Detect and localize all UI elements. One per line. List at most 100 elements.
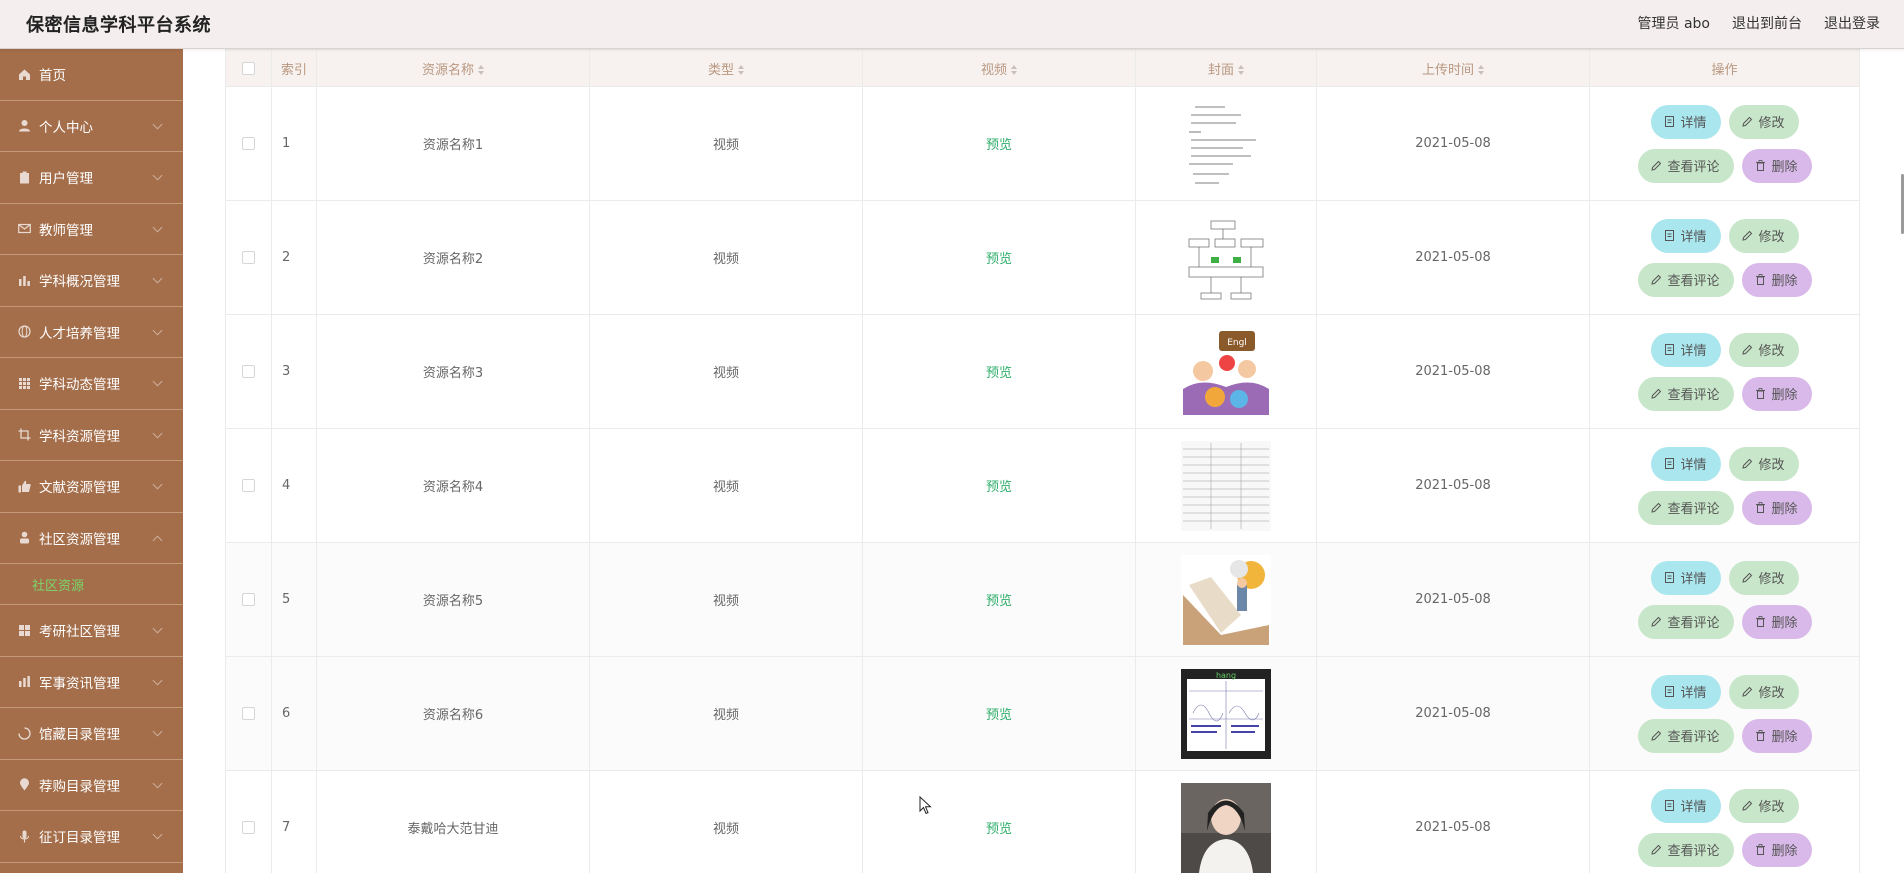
delete-button[interactable]: 删除: [1741, 148, 1812, 183]
sidebar-item-literature-resources[interactable]: 文献资源管理: [0, 461, 183, 513]
sidebar-item-label: 教师管理: [39, 222, 93, 239]
view-comments-button[interactable]: 查看评论: [1637, 148, 1734, 183]
select-cell: [225, 428, 272, 543]
sidebar-item-subscription-catalog[interactable]: 征订目录管理: [0, 811, 183, 863]
upload-time-cell: 2021-05-08: [1316, 86, 1590, 201]
delete-button[interactable]: 删除: [1741, 718, 1812, 753]
row-checkbox[interactable]: [242, 479, 255, 492]
delete-button[interactable]: 删除: [1741, 262, 1812, 297]
cover-header[interactable]: 封面: [1135, 49, 1317, 87]
upload-time-header[interactable]: 上传时间: [1316, 49, 1590, 87]
app-title: 保密信息学科平台系统: [26, 15, 211, 36]
sidebar-item-user-management[interactable]: 用户管理: [0, 152, 183, 204]
detail-button[interactable]: 详情: [1650, 332, 1721, 367]
cover-image: [1181, 782, 1271, 873]
chevron-down-icon: [152, 726, 163, 737]
select-cell: [225, 656, 272, 771]
chevron-down-icon: [152, 273, 163, 284]
row-checkbox[interactable]: [242, 593, 255, 606]
name-header[interactable]: 资源名称: [316, 49, 590, 87]
edit-button[interactable]: 修改: [1728, 446, 1799, 481]
sidebar-item-subject-news[interactable]: 学科动态管理: [0, 358, 183, 410]
sidebar-item-subject-overview[interactable]: 学科概况管理: [0, 255, 183, 307]
detail-button[interactable]: 详情: [1650, 446, 1721, 481]
view-comments-button-label: 查看评论: [1667, 616, 1720, 631]
detail-button[interactable]: 详情: [1650, 104, 1721, 139]
delete-button[interactable]: 删除: [1741, 376, 1812, 411]
view-comments-button[interactable]: 查看评论: [1637, 490, 1734, 525]
edit-button[interactable]: 修改: [1728, 560, 1799, 595]
sort-icon[interactable]: [1478, 65, 1484, 75]
sidebar-item-community-resources[interactable]: 社区资源管理: [0, 513, 183, 564]
edit-button[interactable]: 修改: [1728, 674, 1799, 709]
view-comments-button[interactable]: 查看评论: [1637, 832, 1734, 867]
sidebar-item-collection-catalog[interactable]: 馆藏目录管理: [0, 708, 183, 760]
crop-icon: [18, 428, 31, 441]
sidebar-subitem-community-resource[interactable]: 社区资源: [0, 564, 183, 605]
admin-user-label: 管理员 abo: [1637, 16, 1710, 32]
edit-button[interactable]: 修改: [1728, 332, 1799, 367]
detail-button[interactable]: 详情: [1650, 560, 1721, 595]
sidebar-item-postgrad-community[interactable]: 考研社区管理: [0, 605, 183, 657]
pencil-icon: [1651, 388, 1662, 399]
type-header[interactable]: 类型: [589, 49, 863, 87]
view-comments-button[interactable]: 查看评论: [1637, 604, 1734, 639]
edit-button-label: 修改: [1758, 344, 1785, 359]
row-checkbox[interactable]: [242, 251, 255, 264]
sort-icon[interactable]: [738, 65, 744, 75]
detail-button[interactable]: 详情: [1650, 218, 1721, 253]
preview-link[interactable]: 预览: [986, 252, 1012, 267]
row-checkbox[interactable]: [242, 821, 255, 834]
detail-button[interactable]: 详情: [1650, 788, 1721, 823]
table-row: 2 资源名称2 视频 预览 2021-05-08 详情 修改 查看评论 删除: [225, 200, 1860, 315]
video-cell: 预览: [862, 314, 1136, 429]
select-all-checkbox[interactable]: [242, 61, 255, 75]
preview-link[interactable]: 预览: [986, 708, 1012, 723]
person-icon: [18, 531, 31, 544]
exit-to-front-link[interactable]: 退出到前台: [1732, 13, 1802, 33]
delete-button[interactable]: 删除: [1741, 604, 1812, 639]
row-checkbox[interactable]: [242, 137, 255, 150]
cover-cell: Engl: [1135, 314, 1317, 429]
preview-link[interactable]: 预览: [986, 138, 1012, 153]
logout-link[interactable]: 退出登录: [1824, 13, 1880, 33]
view-comments-button[interactable]: 查看评论: [1637, 376, 1734, 411]
table-row: 4 资源名称4 视频 预览 2021-05-08 详情 修改 查看评论 删除: [225, 428, 1860, 543]
trash-icon: [1756, 616, 1766, 627]
sidebar-item-teacher-management[interactable]: 教师管理: [0, 204, 183, 255]
sidebar-item-subject-resources[interactable]: 学科资源管理: [0, 410, 183, 461]
detail-button[interactable]: 详情: [1650, 674, 1721, 709]
delete-button[interactable]: 删除: [1741, 832, 1812, 867]
sort-icon[interactable]: [1238, 65, 1244, 75]
edit-button[interactable]: 修改: [1728, 218, 1799, 253]
view-comments-button[interactable]: 查看评论: [1637, 718, 1734, 753]
sidebar-item-recommend-catalog[interactable]: 荐购目录管理: [0, 760, 183, 811]
preview-link[interactable]: 预览: [986, 822, 1012, 837]
chevron-down-icon: [152, 829, 163, 840]
row-checkbox[interactable]: [242, 365, 255, 378]
sidebar-item-home[interactable]: 首页: [0, 49, 183, 101]
upload-time-cell: 2021-05-08: [1316, 314, 1590, 429]
view-comments-button[interactable]: 查看评论: [1637, 262, 1734, 297]
cover-image: [1181, 440, 1271, 531]
sidebar-item-personal-center[interactable]: 个人中心: [0, 101, 183, 152]
mail-icon: [18, 222, 31, 235]
sidebar-item-military-news[interactable]: 军事资讯管理: [0, 657, 183, 708]
row-checkbox[interactable]: [242, 707, 255, 720]
cover-image: hang: [1181, 668, 1271, 759]
delete-button[interactable]: 删除: [1741, 490, 1812, 525]
video-header[interactable]: 视频: [862, 49, 1136, 87]
sidebar-item-talent-training[interactable]: 人才培养管理: [0, 307, 183, 358]
edit-button[interactable]: 修改: [1728, 104, 1799, 139]
chevron-down-icon: [152, 778, 163, 788]
preview-link[interactable]: 预览: [986, 480, 1012, 495]
edit-button-label: 修改: [1758, 116, 1785, 131]
user-icon: [18, 119, 31, 132]
preview-link[interactable]: 预览: [986, 366, 1012, 381]
cover-image: [1181, 554, 1271, 645]
sort-icon[interactable]: [478, 65, 484, 75]
preview-link[interactable]: 预览: [986, 594, 1012, 609]
sidebar-item-label: 首页: [39, 68, 66, 85]
edit-button[interactable]: 修改: [1728, 788, 1799, 823]
sort-icon[interactable]: [1011, 65, 1017, 75]
